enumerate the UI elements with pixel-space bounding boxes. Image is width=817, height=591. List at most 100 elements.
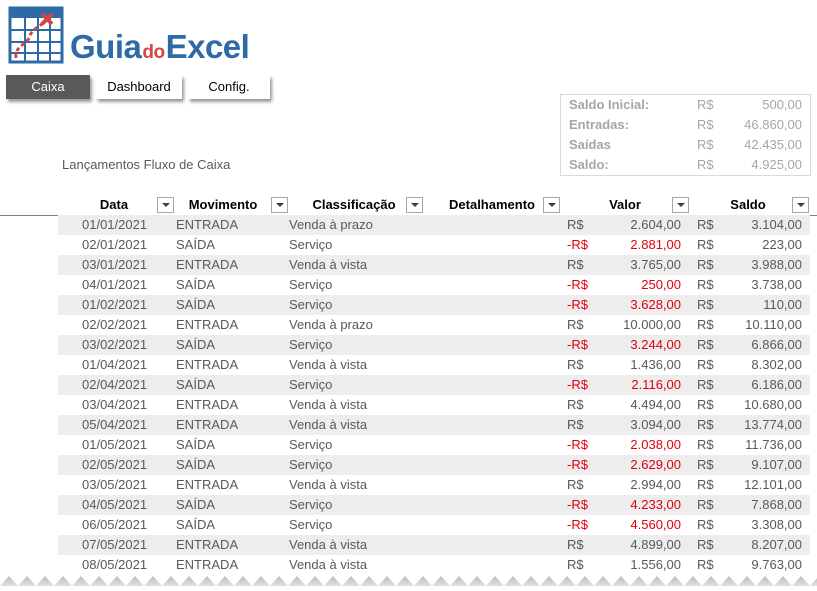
table-row[interactable]: 03/02/2021 SAÍDA Serviço -R$ 3.244,00 R$ 6.866… — [58, 335, 810, 355]
saldo-currency-cell: R$ — [697, 497, 714, 512]
filter-dropdown-icon[interactable] — [157, 197, 174, 213]
valor-currency-cell: -R$ — [567, 277, 588, 292]
date-cell: 03/02/2021 — [82, 337, 148, 352]
date-cell: 01/04/2021 — [82, 357, 148, 372]
valor-currency-cell: R$ — [567, 397, 584, 412]
table-row[interactable]: 02/04/2021 SAÍDA Serviço -R$ 2.116,00 R$ 6.186… — [58, 375, 810, 395]
table-row[interactable]: 04/05/2021 SAÍDA Serviço -R$ 4.233,00 R$ 7.868… — [58, 495, 810, 515]
valor-cell: 1.436,00 — [630, 357, 681, 372]
table-row[interactable]: 04/01/2021 SAÍDA Serviço -R$ 250,00 R$ 3.738,0… — [58, 275, 810, 295]
table-row[interactable]: 03/05/2021 ENTRADA Venda à vista R$ 2.994,00… — [58, 475, 810, 495]
valor-cell: 2.604,00 — [630, 217, 681, 232]
classificacao-cell: Venda à vista — [289, 417, 368, 432]
summary-label: Saídas — [569, 137, 611, 152]
table-body: 01/01/2021 ENTRADA Venda à prazo R$ 2.604,00… — [58, 215, 810, 575]
classificacao-cell: Serviço — [289, 497, 333, 512]
table-row[interactable]: 01/04/2021 ENTRADA Venda à vista R$ 1.436,00… — [58, 355, 810, 375]
config-button[interactable]: Config. — [188, 75, 270, 99]
summary-currency: R$ — [697, 157, 714, 172]
saldo-cell: 9.107,00 — [751, 457, 802, 472]
movimento-cell: SAÍDA — [176, 237, 216, 252]
valor-currency-cell: -R$ — [567, 497, 588, 512]
date-cell: 03/04/2021 — [82, 397, 148, 412]
saldo-currency-cell: R$ — [697, 317, 714, 332]
table-row[interactable]: 01/02/2021 SAÍDA Serviço -R$ 3.628,00 R$ 110,0… — [58, 295, 810, 315]
saldo-cell: 3.738,00 — [751, 277, 802, 292]
table-row[interactable]: 01/05/2021 SAÍDA Serviço -R$ 2.038,00 R$ 11.73… — [58, 435, 810, 455]
logo-wordmark: GuiadoExcel — [70, 28, 250, 65]
table-row[interactable]: 01/01/2021 ENTRADA Venda à prazo R$ 2.604,00… — [58, 215, 810, 235]
movimento-cell: ENTRADA — [176, 537, 239, 552]
table-row[interactable]: 05/04/2021 ENTRADA Venda à vista R$ 3.094,00… — [58, 415, 810, 435]
classificacao-cell: Venda à vista — [289, 477, 368, 492]
column-header-saldo: Saldo — [730, 197, 766, 212]
valor-currency-cell: -R$ — [567, 377, 588, 392]
saldo-cell: 3.104,00 — [751, 217, 802, 232]
saldo-cell: 6.866,00 — [751, 337, 802, 352]
date-cell: 01/01/2021 — [82, 217, 148, 232]
saldo-currency-cell: R$ — [697, 217, 714, 232]
classificacao-cell: Venda à vista — [289, 257, 368, 272]
movimento-cell: SAÍDA — [176, 377, 216, 392]
valor-currency-cell: R$ — [567, 537, 584, 552]
movimento-cell: SAÍDA — [176, 497, 216, 512]
saldo-cell: 8.207,00 — [751, 537, 802, 552]
summary-label: Saldo: — [569, 157, 609, 172]
table-row[interactable]: 02/02/2021 ENTRADA Venda à prazo R$ 10.000,0… — [58, 315, 810, 335]
date-cell: 01/02/2021 — [82, 297, 148, 312]
filter-dropdown-icon[interactable] — [271, 197, 288, 213]
movimento-cell: ENTRADA — [176, 357, 239, 372]
classificacao-cell: Venda à prazo — [289, 217, 373, 232]
classificacao-cell: Serviço — [289, 517, 333, 532]
summary-value: 46.860,00 — [744, 117, 802, 132]
saldo-cell: 110,00 — [763, 297, 802, 312]
filter-dropdown-icon[interactable] — [543, 197, 560, 213]
valor-cell: 2.994,00 — [630, 477, 681, 492]
filter-dropdown-icon[interactable] — [672, 197, 689, 213]
date-cell: 04/05/2021 — [82, 497, 148, 512]
valor-cell: 4.560,00 — [630, 517, 681, 532]
valor-cell: 3.765,00 — [630, 257, 681, 272]
valor-currency-cell: -R$ — [567, 457, 588, 472]
table-row[interactable]: 03/04/2021 ENTRADA Venda à vista R$ 4.494,00… — [58, 395, 810, 415]
table-row[interactable]: 07/05/2021 ENTRADA Venda à vista R$ 4.899,00… — [58, 535, 810, 555]
table-row[interactable]: 03/01/2021 ENTRADA Venda à vista R$ 3.765,00… — [58, 255, 810, 275]
classificacao-cell: Serviço — [289, 457, 333, 472]
saldo-currency-cell: R$ — [697, 377, 714, 392]
section-title: Lançamentos Fluxo de Caixa — [62, 157, 231, 172]
table-row[interactable]: 02/01/2021 SAÍDA Serviço -R$ 2.881,00 R$ 223,0… — [58, 235, 810, 255]
saldo-cell: 7.868,00 — [751, 497, 802, 512]
dashboard-button[interactable]: Dashboard — [96, 75, 182, 99]
filter-dropdown-icon[interactable] — [406, 197, 423, 213]
valor-cell: 2.629,00 — [630, 457, 681, 472]
table-row[interactable]: 02/05/2021 SAÍDA Serviço -R$ 2.629,00 R$ 9.107… — [58, 455, 810, 475]
classificacao-cell: Serviço — [289, 277, 333, 292]
valor-currency-cell: R$ — [567, 357, 584, 372]
movimento-cell: SAÍDA — [176, 337, 216, 352]
valor-cell: 250,00 — [641, 277, 681, 292]
summary-label: Saldo Inicial: — [569, 97, 650, 112]
column-header-valor: Valor — [609, 197, 641, 212]
valor-currency-cell: -R$ — [567, 337, 588, 352]
table-row[interactable]: 06/05/2021 SAÍDA Serviço -R$ 4.560,00 R$ 3.308… — [58, 515, 810, 535]
saldo-cell: 8.302,00 — [751, 357, 802, 372]
movimento-cell: ENTRADA — [176, 217, 239, 232]
table-header: Data Movimento Classificação Detalhament… — [0, 195, 817, 216]
caixa-button[interactable]: Caixa — [6, 75, 90, 99]
date-cell: 04/01/2021 — [82, 277, 148, 292]
movimento-cell: SAÍDA — [176, 517, 216, 532]
filter-dropdown-icon[interactable] — [792, 197, 809, 213]
classificacao-cell: Venda à vista — [289, 537, 368, 552]
summary-currency: R$ — [697, 117, 714, 132]
saldo-cell: 10.110,00 — [745, 317, 802, 332]
column-header-movimento: Movimento — [188, 197, 258, 212]
guia-do-excel-logo: GuiadoExcel — [8, 6, 278, 66]
summary-row: Entradas: R$ 46.860,00 — [561, 115, 810, 135]
classificacao-cell: Venda à vista — [289, 357, 368, 372]
summary-value: 500,00 — [762, 97, 802, 112]
summary-value: 42.435,00 — [744, 137, 802, 152]
saldo-currency-cell: R$ — [697, 257, 714, 272]
torn-edge — [0, 576, 817, 591]
summary-row: Saldo Inicial: R$ 500,00 — [561, 95, 810, 115]
valor-currency-cell: R$ — [567, 417, 584, 432]
